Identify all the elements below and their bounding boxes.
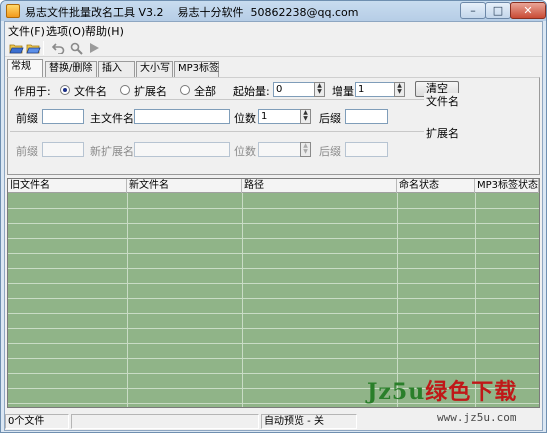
grid-row-line bbox=[8, 343, 539, 344]
grid-row-line bbox=[8, 328, 539, 329]
grid-row-line bbox=[8, 283, 539, 284]
start-spinner[interactable]: ▲ ▼ bbox=[314, 82, 325, 97]
ext-suffix-input[interactable] bbox=[345, 142, 388, 157]
status-middle bbox=[71, 414, 259, 429]
suffix-label: 后缀 bbox=[319, 112, 341, 125]
grid-row-line bbox=[8, 358, 539, 359]
menu-file[interactable]: 文件(F) bbox=[8, 23, 45, 39]
ext-digits-label: 位数 bbox=[234, 145, 256, 158]
ext-prefix-label: 前缀 bbox=[16, 145, 38, 158]
watermark-logo: Jz5u绿色下载 www.jz5u.com bbox=[359, 374, 546, 432]
menu-help[interactable]: 帮助(H) bbox=[85, 23, 124, 39]
prefix-label: 前缀 bbox=[16, 112, 38, 125]
status-preview[interactable]: 自动预览 - 关 bbox=[261, 414, 357, 429]
grid-column-line bbox=[242, 193, 243, 407]
main-filename-input[interactable] bbox=[134, 109, 230, 124]
open-folder-icon[interactable] bbox=[8, 41, 24, 55]
increment-label: 增量 bbox=[332, 85, 354, 98]
grid-row-line bbox=[8, 238, 539, 239]
status-file-count: 0个文件 bbox=[5, 414, 69, 429]
open-folder-alt-icon[interactable] bbox=[25, 41, 41, 55]
start-input[interactable]: 0 bbox=[273, 82, 315, 97]
increment-spinner[interactable]: ▲ ▼ bbox=[394, 82, 405, 97]
maximize-button[interactable]: □ bbox=[485, 2, 511, 19]
play-icon[interactable] bbox=[86, 41, 102, 55]
digits-spinner[interactable]: ▲ ▼ bbox=[300, 109, 311, 124]
column-old-name[interactable]: 旧文件名 bbox=[8, 179, 127, 193]
app-icon bbox=[6, 4, 20, 18]
main-filename-label: 主文件名 bbox=[90, 112, 134, 125]
toolbar bbox=[5, 39, 542, 57]
radio-all-label[interactable]: 全部 bbox=[194, 83, 216, 99]
grid-column-line bbox=[127, 193, 128, 407]
filename-group-title: 文件名 bbox=[424, 93, 461, 109]
tab-replace-delete[interactable]: 替换/删除 bbox=[45, 61, 97, 77]
search-icon[interactable] bbox=[68, 41, 84, 55]
grid-row-line bbox=[8, 208, 539, 209]
watermark-url: www.jz5u.com bbox=[437, 411, 517, 424]
tab-case[interactable]: 大小写 bbox=[136, 61, 173, 77]
watermark-brand-b: 绿色下载 bbox=[425, 379, 518, 405]
grid-row-line bbox=[8, 298, 539, 299]
grid-row-line bbox=[8, 313, 539, 314]
new-extension-label: 新扩展名 bbox=[90, 145, 134, 158]
prefix-input[interactable] bbox=[42, 109, 84, 124]
undo-icon[interactable] bbox=[50, 41, 66, 55]
radio-extension[interactable] bbox=[120, 85, 130, 95]
extension-group-title: 扩展名 bbox=[424, 125, 461, 141]
suffix-input[interactable] bbox=[345, 109, 388, 124]
title-bar[interactable]: 易志文件批量改名工具 V3.2 易志十分软件 50862238@qq.com –… bbox=[1, 1, 546, 21]
grid-row-line bbox=[8, 223, 539, 224]
tab-insert[interactable]: 插入 bbox=[98, 61, 135, 77]
client-area: 文件(F) 选项(O) 帮助(H) 常规 替换/删除 插入 大小写 MP3标签 … bbox=[4, 21, 543, 431]
ext-suffix-label: 后缀 bbox=[319, 145, 341, 158]
radio-extension-label[interactable]: 扩展名 bbox=[134, 83, 167, 99]
close-button[interactable]: ✕ bbox=[510, 2, 546, 19]
window-title: 易志文件批量改名工具 V3.2 易志十分软件 50862238@qq.com bbox=[25, 6, 359, 19]
ext-digits-spinner[interactable]: ▲ ▼ bbox=[300, 142, 311, 157]
radio-filename[interactable] bbox=[60, 85, 70, 95]
new-extension-input[interactable] bbox=[134, 142, 230, 157]
radio-filename-label[interactable]: 文件名 bbox=[74, 83, 107, 99]
digits-label: 位数 bbox=[234, 112, 256, 125]
minimize-button[interactable]: – bbox=[460, 2, 486, 19]
ext-digits-input[interactable] bbox=[258, 142, 301, 157]
grid-row-line bbox=[8, 268, 539, 269]
start-label: 起始量: bbox=[233, 85, 270, 98]
grid-row-line bbox=[8, 253, 539, 254]
column-rename-status[interactable]: 命名状态 bbox=[397, 179, 475, 193]
menu-options[interactable]: 选项(O) bbox=[46, 23, 85, 39]
tab-mp3-tags[interactable]: MP3标签 bbox=[174, 61, 219, 77]
toolbar-separator bbox=[43, 41, 44, 55]
column-mp3-status[interactable]: MP3标签状态 bbox=[475, 179, 539, 193]
apply-to-label: 作用于: bbox=[14, 85, 51, 98]
watermark-brand: Jz5u绿色下载 bbox=[367, 374, 517, 406]
watermark-brand-a: Jz5u bbox=[367, 379, 426, 405]
column-path[interactable]: 路径 bbox=[242, 179, 397, 193]
app-window: 易志文件批量改名工具 V3.2 易志十分软件 50862238@qq.com –… bbox=[0, 0, 547, 433]
tab-strip: 常规 替换/删除 插入 大小写 MP3标签 bbox=[5, 59, 542, 77]
digits-input[interactable]: 1 bbox=[258, 109, 301, 124]
menu-bar: 文件(F) 选项(O) 帮助(H) bbox=[5, 22, 542, 38]
general-panel: 作用于: 文件名 扩展名 全部 起始量: 0 ▲ ▼ 增量 1 ▲ ▼ 清空 文件名… bbox=[7, 77, 540, 175]
increment-input[interactable]: 1 bbox=[355, 82, 395, 97]
radio-all[interactable] bbox=[180, 85, 190, 95]
ext-prefix-input[interactable] bbox=[42, 142, 84, 157]
grid-header: 旧文件名 新文件名 路径 命名状态 MP3标签状态 bbox=[8, 179, 539, 193]
tab-general[interactable]: 常规 bbox=[7, 59, 43, 77]
column-new-name[interactable]: 新文件名 bbox=[127, 179, 242, 193]
